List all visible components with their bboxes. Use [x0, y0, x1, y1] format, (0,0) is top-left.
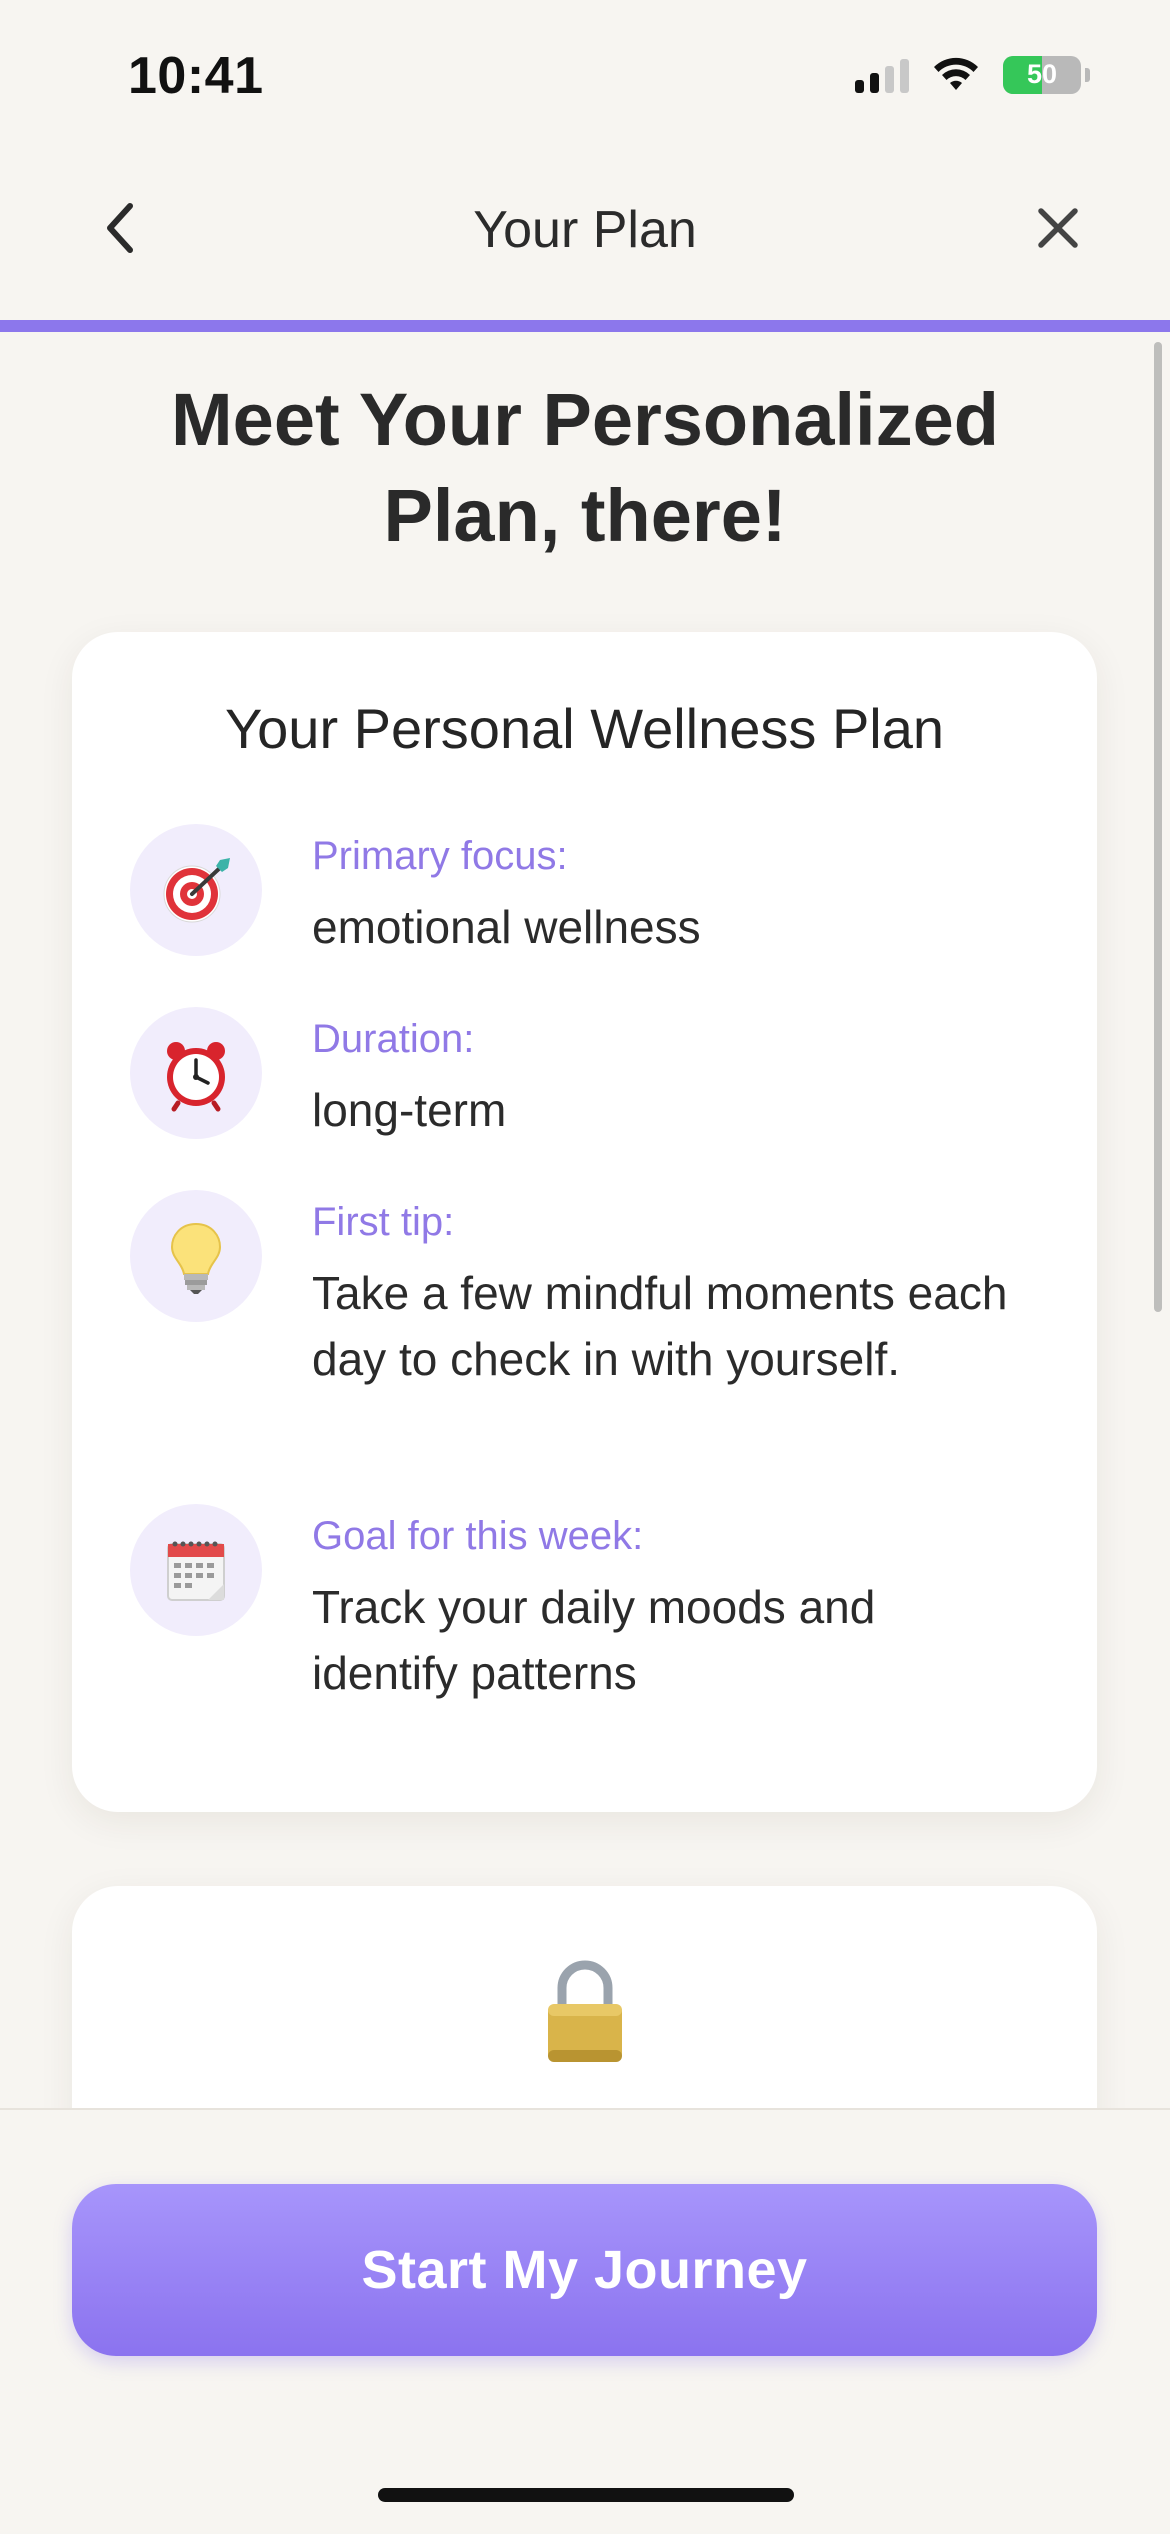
plan-item-value: emotional wellness [312, 901, 701, 953]
plan-item-text: Goal for this week: Track your daily moo… [312, 1510, 1032, 1706]
target-icon [130, 824, 262, 956]
calendar-icon [130, 1504, 262, 1636]
page-title: Your Plan [473, 201, 697, 259]
scrollbar[interactable] [1154, 342, 1162, 1312]
status-bar: 10:41 50 [0, 0, 1170, 150]
nav-bar: Your Plan [0, 150, 1170, 320]
plan-item-text: First tip: Take a few mindful moments ea… [312, 1196, 1032, 1392]
plan-item-value: Track your daily moods and identify patt… [312, 1581, 876, 1699]
wifi-icon [934, 57, 978, 90]
plan-card-title: Your Personal Wellness Plan [224, 697, 945, 760]
bottom-action-area: Start My Journey [0, 2108, 1170, 2534]
battery-charging-icon: 50 [1003, 56, 1081, 94]
plan-item-text: Duration: long-term [312, 1013, 1032, 1143]
close-icon [1038, 208, 1078, 248]
cellular-signal-icon [855, 57, 909, 93]
alarm-clock-icon [130, 1007, 262, 1139]
start-journey-button[interactable]: Start My Journey [72, 2184, 1097, 2356]
progress-bar-fill [0, 320, 1170, 332]
plan-item-value: long-term [312, 1084, 507, 1136]
close-button[interactable] [1026, 196, 1090, 260]
home-indicator[interactable] [378, 2488, 794, 2502]
plan-card: Your Personal Wellness Plan Primary focu… [72, 632, 1097, 1812]
plan-item-label: Primary focus: [312, 834, 568, 878]
content-scroll-area[interactable]: Meet Your Personalized Plan, there! Your… [0, 332, 1170, 2108]
status-icons: 50 [855, 56, 1090, 94]
plan-item-label: Goal for this week: [312, 1514, 644, 1558]
lock-icon [548, 1960, 622, 2062]
battery-percent: 50 [1026, 59, 1058, 89]
lightbulb-icon [130, 1190, 262, 1322]
plan-item-label: Duration: [312, 1017, 475, 1061]
plan-item-text: Primary focus: emotional wellness [312, 830, 1032, 960]
plan-item-value: Take a few mindful moments each day to c… [312, 1267, 1008, 1385]
progress-bar [0, 320, 1170, 332]
headline: Meet Your Personalized Plan, there! [171, 378, 999, 557]
locked-card [72, 1886, 1097, 2108]
status-time: 10:41 [128, 47, 264, 105]
battery-cap [1085, 68, 1090, 82]
start-journey-button-label: Start My Journey [361, 2240, 808, 2300]
plan-item-label: First tip: [312, 1200, 455, 1244]
